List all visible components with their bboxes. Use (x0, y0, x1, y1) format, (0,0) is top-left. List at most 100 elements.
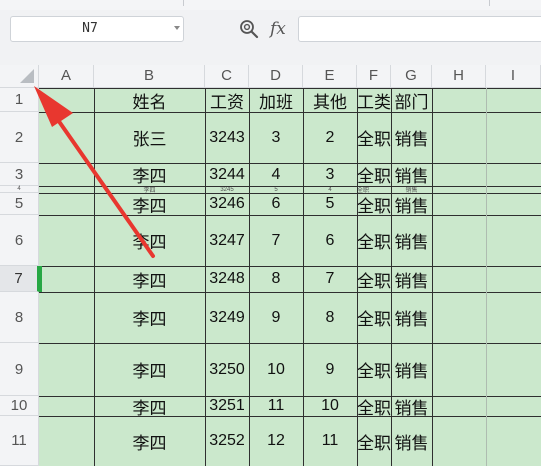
cell-f11[interactable]: 全职 (357, 416, 391, 466)
column-header-d[interactable]: D (249, 65, 303, 88)
cell-b7[interactable]: 李四 (94, 266, 205, 292)
cell-c1[interactable]: 工资 (205, 88, 249, 113)
row-header-10[interactable]: 10 (0, 396, 39, 416)
zoom-search-icon[interactable] (238, 18, 260, 40)
cell-c8[interactable]: 3249 (205, 292, 249, 343)
column-header-g[interactable]: G (391, 65, 432, 88)
cell-b8[interactable]: 李四 (94, 292, 205, 343)
cell-d2[interactable]: 3 (249, 112, 303, 163)
cell-f10[interactable]: 全职 (357, 396, 391, 417)
cell-e8[interactable]: 8 (303, 292, 357, 343)
row-header-8[interactable]: 8 (0, 292, 39, 343)
name-box[interactable]: N7 (10, 16, 184, 42)
cell-d4[interactable]: 5 (249, 186, 303, 193)
column-header-f[interactable]: F (357, 65, 391, 88)
cell-d5[interactable]: 6 (249, 193, 303, 215)
cell-c11[interactable]: 3252 (205, 416, 249, 466)
cell-d11[interactable]: 12 (249, 416, 303, 466)
column-header-c[interactable]: C (205, 65, 249, 88)
column-border (486, 88, 487, 466)
cell-b6[interactable]: 李四 (94, 215, 205, 266)
cell-g6[interactable]: 销售 (391, 215, 432, 266)
cell-b11[interactable]: 李四 (94, 416, 205, 466)
cell-e5[interactable]: 5 (303, 193, 357, 215)
cell-d10[interactable]: 11 (249, 396, 303, 416)
row-border (39, 186, 541, 187)
fx-icon[interactable]: fx (270, 18, 286, 40)
cell-g4[interactable]: 销售 (391, 186, 432, 193)
cell-b2[interactable]: 张三 (94, 112, 205, 163)
column-border (249, 88, 250, 466)
cell-g8[interactable]: 销售 (391, 292, 432, 343)
cell-e3[interactable]: 3 (303, 163, 357, 186)
cell-e11[interactable]: 11 (303, 416, 357, 466)
select-all-icon (20, 69, 34, 83)
cell-c3[interactable]: 3244 (205, 163, 249, 186)
cell-c9[interactable]: 3250 (205, 343, 249, 396)
cell-e6[interactable]: 6 (303, 215, 357, 266)
cell-c5[interactable]: 3246 (205, 193, 249, 215)
row-header-9[interactable]: 9 (0, 343, 39, 396)
cell-f7[interactable]: 全职 (357, 266, 391, 292)
cell-g7[interactable]: 销售 (391, 266, 432, 292)
cell-grid[interactable]: 姓名 工资 加班 其他 工类 部门 张三 3243 3 2 全职 销售 李四 3244 4 3 全职 销售 李四 32… (39, 88, 541, 466)
cell-c2[interactable]: 3243 (205, 112, 249, 163)
formula-input[interactable] (298, 16, 541, 42)
cell-b5[interactable]: 李四 (94, 193, 205, 216)
cell-c10[interactable]: 3251 (205, 396, 249, 416)
cell-g2[interactable]: 销售 (391, 112, 432, 163)
column-header-a[interactable]: A (39, 65, 94, 88)
column-header-i[interactable]: I (486, 65, 541, 88)
cell-f3[interactable]: 全职 (357, 163, 391, 186)
row-header-3[interactable]: 3 (0, 163, 39, 186)
row-header-2[interactable]: 2 (0, 112, 39, 163)
row-border (39, 292, 541, 293)
cell-e1[interactable]: 其他 (303, 88, 357, 113)
cell-d7[interactable]: 8 (249, 266, 303, 292)
cell-g5[interactable]: 销售 (391, 193, 432, 216)
cell-e7[interactable]: 7 (303, 266, 357, 292)
cell-f4[interactable]: 全职 (357, 186, 391, 193)
cell-f5[interactable]: 全职 (357, 193, 391, 216)
cell-d1[interactable]: 加班 (249, 88, 303, 113)
cell-b3[interactable]: 李四 (94, 163, 205, 186)
select-all-corner[interactable] (0, 65, 39, 88)
column-header-e[interactable]: E (303, 65, 357, 88)
cell-d9[interactable]: 10 (249, 343, 303, 396)
row-header-1[interactable]: 1 (0, 88, 39, 112)
cell-e9[interactable]: 9 (303, 343, 357, 396)
cell-b4[interactable]: 李四 (94, 186, 205, 193)
cell-d8[interactable]: 9 (249, 292, 303, 343)
cell-b10[interactable]: 李四 (94, 396, 205, 417)
cell-f8[interactable]: 全职 (357, 292, 391, 343)
cell-e10[interactable]: 10 (303, 396, 357, 416)
cell-d6[interactable]: 7 (249, 215, 303, 266)
cell-c7[interactable]: 3248 (205, 266, 249, 292)
name-box-value: N7 (82, 21, 98, 36)
cell-g11[interactable]: 销售 (391, 416, 432, 466)
cell-c6[interactable]: 3247 (205, 215, 249, 266)
column-header-b[interactable]: B (94, 65, 205, 88)
row-header-11[interactable]: 11 (0, 416, 39, 466)
toolbar-divider (183, 0, 184, 6)
cell-f9[interactable]: 全职 (357, 343, 391, 396)
cell-b9[interactable]: 李四 (94, 343, 205, 396)
cell-c4[interactable]: 3245 (205, 186, 249, 193)
cell-b1[interactable]: 姓名 (94, 88, 205, 113)
chevron-down-icon[interactable] (174, 26, 180, 30)
cell-e2[interactable]: 2 (303, 112, 357, 163)
cell-g10[interactable]: 销售 (391, 396, 432, 417)
column-header-h[interactable]: H (432, 65, 486, 88)
row-header-5[interactable]: 5 (0, 193, 39, 215)
cell-g9[interactable]: 销售 (391, 343, 432, 396)
row-header-6[interactable]: 6 (0, 215, 39, 266)
cell-e4[interactable]: 4 (303, 186, 357, 193)
cell-f6[interactable]: 全职 (357, 215, 391, 266)
row-header-7[interactable]: 7 (0, 266, 39, 292)
cell-f2[interactable]: 全职 (357, 112, 391, 163)
row-header-4[interactable]: 4 (0, 186, 39, 193)
cell-g3[interactable]: 销售 (391, 163, 432, 186)
cell-g1[interactable]: 部门 (391, 88, 432, 113)
cell-d3[interactable]: 4 (249, 163, 303, 186)
cell-f1[interactable]: 工类 (357, 88, 391, 113)
